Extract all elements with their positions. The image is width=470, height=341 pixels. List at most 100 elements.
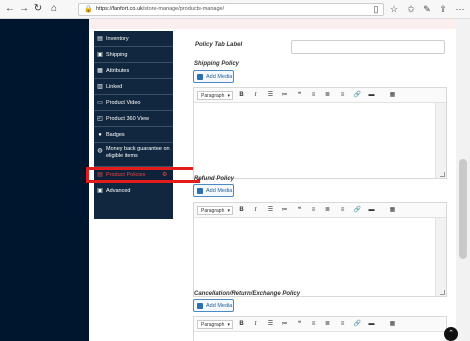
align-left-icon[interactable]: ≡ xyxy=(309,320,318,329)
editor-scrollbar[interactable] xyxy=(435,103,446,178)
address-bar[interactable]: 🔒 https://fanfort.co.uk/store-manage/pro… xyxy=(78,3,384,16)
policy-tab-label-input[interactable] xyxy=(291,40,445,54)
bold-icon[interactable]: B xyxy=(237,206,246,215)
bullet-list-icon[interactable]: ☰ xyxy=(266,91,275,100)
more-icon[interactable]: ⋯ xyxy=(454,3,466,15)
forward-icon[interactable]: → xyxy=(18,3,30,15)
refund-add-media-button[interactable]: Add Media xyxy=(193,184,234,197)
shipping-add-media-button[interactable]: Add Media xyxy=(193,70,234,83)
menu-item-product-360-view[interactable]: ◰ Product 360 View xyxy=(94,111,173,127)
page-scrollbar-thumb[interactable] xyxy=(459,159,467,259)
align-right-icon[interactable]: ≡ xyxy=(338,320,347,329)
add-media-label: Add Media xyxy=(206,303,233,309)
bullet-list-icon[interactable]: ☰ xyxy=(266,206,275,215)
format-select[interactable]: Paragraph ▾ xyxy=(197,206,233,215)
align-center-icon[interactable]: ≣ xyxy=(323,320,332,329)
share-icon[interactable]: ⇪ xyxy=(437,3,449,15)
refund-policy-label: Refund Policy xyxy=(194,176,235,182)
menu-item-label: Badges xyxy=(106,132,125,138)
menu-item-badges[interactable]: ● Badges xyxy=(94,127,173,143)
chevron-down-icon: ▾ xyxy=(227,93,230,99)
italic-icon[interactable]: I xyxy=(251,320,260,329)
editor-toolbar: Paragraph ▾ B I ☰ ≔ ❝ ≡ ≣ ≡ 🔗 ▬ ▦ xyxy=(194,317,446,332)
menu-item-product-video[interactable]: ▭ Product Video xyxy=(94,95,173,111)
menu-item-linked[interactable]: ▥ Linked xyxy=(94,79,173,95)
shipping-icon: ▣ xyxy=(97,52,103,58)
quote-icon[interactable]: ❝ xyxy=(295,91,304,100)
numbered-list-icon[interactable]: ≔ xyxy=(280,320,289,329)
format-select[interactable]: Paragraph ▾ xyxy=(197,91,233,100)
menu-item-label: Inventory xyxy=(106,36,129,42)
bullet-list-icon[interactable]: ☰ xyxy=(266,320,275,329)
read-more-icon[interactable]: ▬ xyxy=(367,206,376,215)
quote-icon[interactable]: ❝ xyxy=(295,320,304,329)
back-icon[interactable]: ← xyxy=(4,3,16,15)
align-left-icon[interactable]: ≡ xyxy=(309,206,318,215)
bold-icon[interactable]: B xyxy=(237,320,246,329)
link-icon[interactable]: 🔗 xyxy=(353,206,362,215)
shipping-policy-textarea[interactable] xyxy=(194,103,434,178)
align-right-icon[interactable]: ≡ xyxy=(338,91,347,100)
cancellation-add-media-button[interactable]: Add Media xyxy=(193,299,234,312)
bold-icon[interactable]: B xyxy=(237,91,246,100)
toolbar-toggle-icon[interactable]: ▦ xyxy=(388,91,397,100)
policy-tab-label: Policy Tab Label xyxy=(195,42,243,48)
home-icon[interactable]: ⌂ xyxy=(48,3,60,15)
format-select-value: Paragraph xyxy=(201,208,225,214)
toolbar-toggle-icon[interactable]: ▦ xyxy=(388,320,397,329)
menu-item-label: Money back guarantee on eligible items xyxy=(106,146,170,159)
pen-icon[interactable]: ✎ xyxy=(421,3,433,15)
star-icon[interactable]: ☆ xyxy=(388,3,400,15)
format-select-value: Paragraph xyxy=(201,93,225,99)
refund-policy-textarea[interactable] xyxy=(194,218,434,296)
scroll-to-top-button[interactable]: ⌃ xyxy=(444,327,458,341)
italic-icon[interactable]: I xyxy=(251,91,260,100)
resize-handle-icon[interactable] xyxy=(440,172,445,177)
read-more-icon[interactable]: ▬ xyxy=(367,320,376,329)
italic-icon[interactable]: I xyxy=(251,206,260,215)
chevron-down-icon: ▾ xyxy=(227,322,230,328)
format-select[interactable]: Paragraph ▾ xyxy=(197,320,233,329)
reading-view-icon[interactable]: ▯ xyxy=(370,3,382,15)
shipping-policy-label: Shipping Policy xyxy=(194,61,240,67)
resize-handle-icon[interactable] xyxy=(440,290,445,295)
menu-item-label: Product 360 View xyxy=(106,116,150,122)
favorites-icon[interactable]: ✩ xyxy=(405,3,417,15)
linked-icon: ▥ xyxy=(97,84,103,90)
toolbar-toggle-icon[interactable]: ▦ xyxy=(388,206,397,215)
menu-item-label: Advanced xyxy=(106,188,131,194)
editor-scrollbar[interactable] xyxy=(435,218,446,296)
badge-icon: ● xyxy=(98,132,102,138)
lock-icon: 🔒 xyxy=(84,6,93,13)
browser-toolbar: ← → ↻ ⌂ 🔒 https://fanfort.co.uk/store-ma… xyxy=(0,0,470,19)
page-scrollbar[interactable] xyxy=(456,19,470,341)
left-panel xyxy=(0,19,89,341)
align-center-icon[interactable]: ≣ xyxy=(323,206,332,215)
cancellation-policy-label: Cancellation/Return/Exchange Policy xyxy=(194,291,301,297)
chevron-down-icon: ▾ xyxy=(227,208,230,214)
refund-policy-editor: Paragraph ▾ B I ☰ ≔ ❝ ≡ ≣ ≡ 🔗 ▬ ▦ xyxy=(193,202,447,297)
highlight-box xyxy=(86,167,200,183)
shipping-policy-editor: Paragraph ▾ B I ☰ ≔ ❝ ≡ ≣ ≡ 🔗 ▬ ▦ xyxy=(193,87,447,179)
menu-item-advanced[interactable]: ▣ Advanced xyxy=(94,183,173,199)
add-media-label: Add Media xyxy=(206,188,233,194)
numbered-list-icon[interactable]: ≔ xyxy=(280,206,289,215)
menu-item-inventory[interactable]: ▤ Inventory xyxy=(94,31,173,47)
link-icon[interactable]: 🔗 xyxy=(353,91,362,100)
media-icon xyxy=(197,188,203,194)
cancellation-policy-editor: Paragraph ▾ B I ☰ ≔ ❝ ≡ ≣ ≡ 🔗 ▬ ▦ xyxy=(193,316,447,341)
video-icon: ▭ xyxy=(97,100,103,106)
quote-icon[interactable]: ❝ xyxy=(295,206,304,215)
link-icon[interactable]: 🔗 xyxy=(353,320,362,329)
attributes-icon: ▦ xyxy=(97,68,103,74)
align-left-icon[interactable]: ≡ xyxy=(309,91,318,100)
read-more-icon[interactable]: ▬ xyxy=(367,91,376,100)
menu-item-money-back-guarantee[interactable]: ◍ Money back guarantee on eligible items xyxy=(94,143,173,167)
page: ▤ Inventory ▣ Shipping ▦ Attributes ▥ Li… xyxy=(0,19,470,341)
menu-item-shipping[interactable]: ▣ Shipping xyxy=(94,47,173,63)
reload-icon[interactable]: ↻ xyxy=(32,3,44,15)
align-center-icon[interactable]: ≣ xyxy=(323,91,332,100)
align-right-icon[interactable]: ≡ xyxy=(338,206,347,215)
menu-item-attributes[interactable]: ▦ Attributes xyxy=(94,63,173,79)
numbered-list-icon[interactable]: ≔ xyxy=(280,91,289,100)
